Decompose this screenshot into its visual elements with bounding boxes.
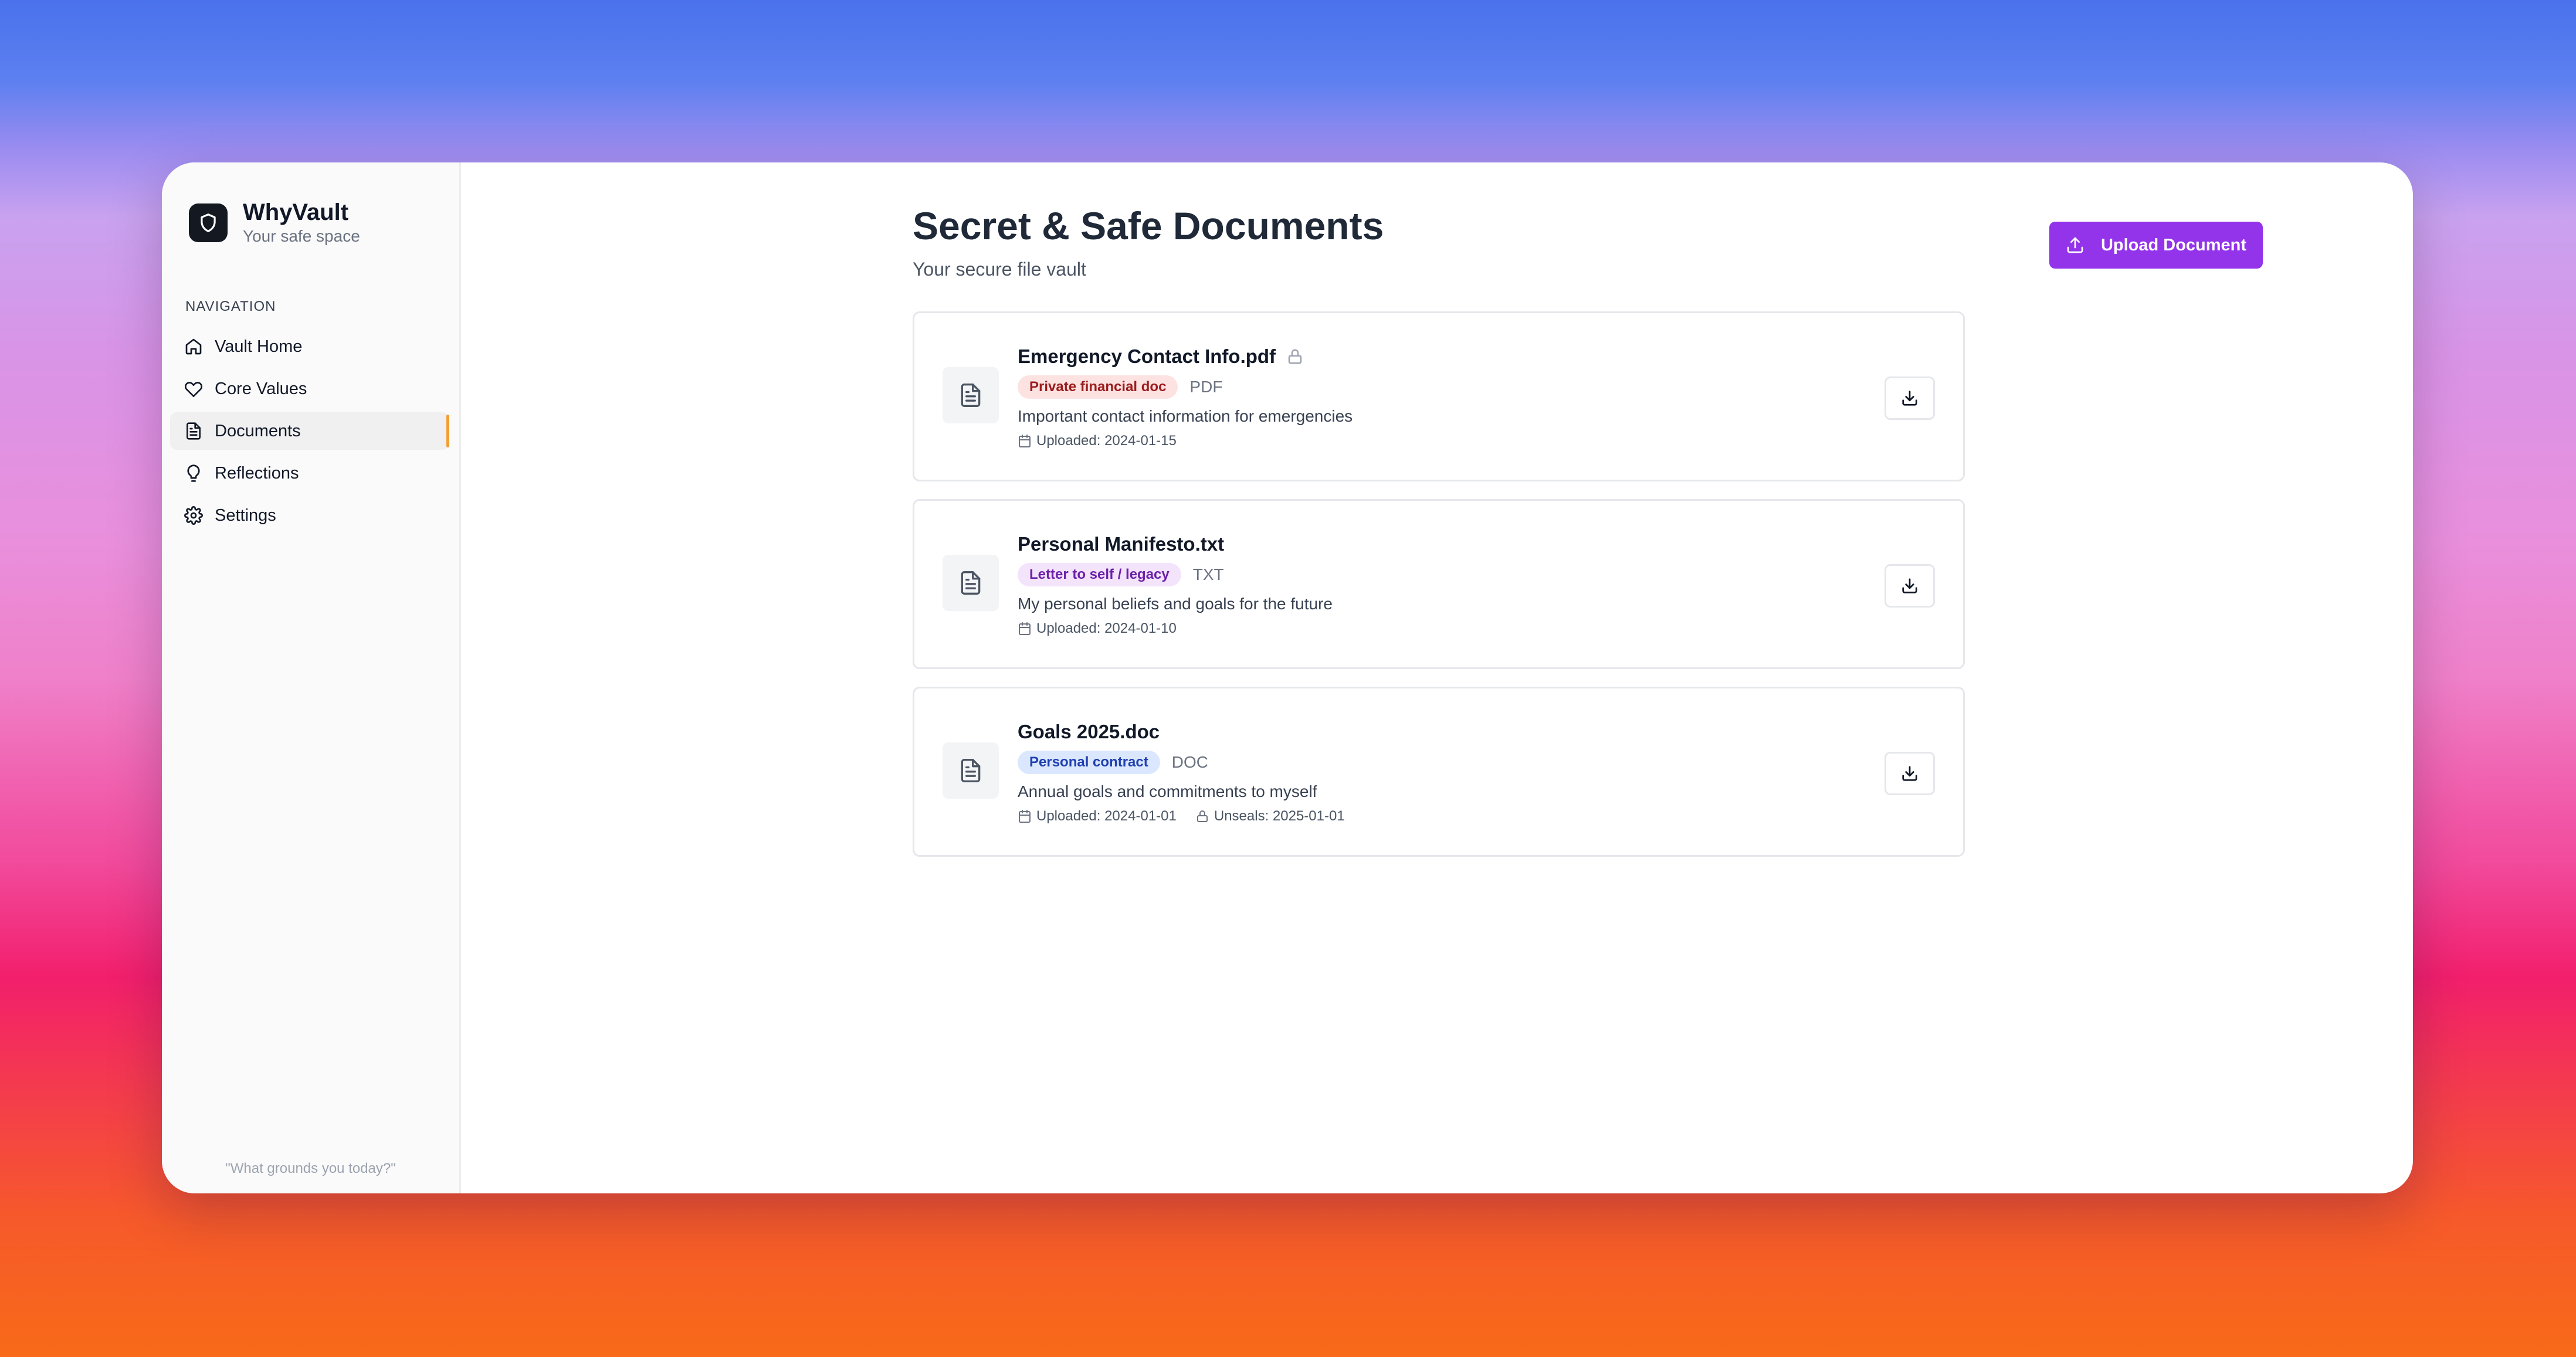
document-card[interactable]: Goals 2025.doc Personal contract DOC Ann… — [913, 687, 1965, 857]
lightbulb-icon — [184, 464, 203, 483]
sidebar-item-settings[interactable]: Settings — [170, 497, 449, 534]
gear-icon — [184, 506, 203, 525]
download-button[interactable] — [1884, 376, 1935, 420]
upload-date: Uploaded: 2024-01-01 — [1018, 808, 1177, 825]
document-icon — [184, 422, 203, 440]
document-card[interactable]: Personal Manifesto.txt Letter to self / … — [913, 499, 1965, 669]
sidebar-quote: "What grounds you today?" — [225, 1161, 396, 1176]
sidebar-item-core-values[interactable]: Core Values — [170, 370, 449, 408]
app-tagline: Your safe space — [243, 227, 360, 245]
document-description: Important contact information for emerge… — [1018, 407, 1353, 425]
upload-document-button[interactable]: Upload Document — [2049, 222, 2263, 269]
upload-date: Uploaded: 2024-01-10 — [1018, 620, 1177, 637]
main-content: Secret & Safe Documents Your secure file… — [461, 162, 2413, 1193]
file-text-icon — [943, 367, 999, 423]
category-badge: Personal contract — [1018, 751, 1160, 774]
lock-icon — [1195, 809, 1209, 823]
document-name: Personal Manifesto.txt — [1018, 533, 1225, 555]
unseal-date: Unseals: 2025-01-01 — [1195, 808, 1345, 825]
file-text-icon — [943, 555, 999, 611]
document-name: Emergency Contact Info.pdf — [1018, 345, 1276, 367]
download-icon — [1901, 577, 1919, 595]
document-card[interactable]: Emergency Contact Info.pdf Private finan… — [913, 311, 1965, 481]
page-title: Secret & Safe Documents — [913, 204, 1384, 247]
shield-icon — [189, 203, 228, 242]
lock-icon — [1286, 348, 1304, 365]
calendar-icon — [1018, 622, 1032, 636]
download-icon — [1901, 389, 1919, 407]
heart-icon — [184, 379, 203, 398]
document-description: Annual goals and commitments to myself — [1018, 782, 1317, 800]
home-icon — [184, 337, 203, 356]
app-name: WhyVault — [243, 199, 349, 225]
upload-document-label: Upload Document — [2100, 235, 2247, 255]
upload-date-text: Uploaded: 2024-01-10 — [1036, 620, 1177, 636]
sidebar-item-label: Reflections — [215, 463, 299, 483]
category-badge: Letter to self / legacy — [1018, 563, 1181, 586]
sidebar: WhyVault Your safe space NAVIGATION Vaul… — [162, 162, 461, 1193]
unseal-date-text: Unseals: 2025-01-01 — [1214, 808, 1345, 824]
file-type: TXT — [1192, 565, 1224, 583]
document-list: Emergency Contact Info.pdf Private finan… — [913, 311, 1965, 874]
download-icon — [1901, 765, 1919, 782]
brand[interactable]: WhyVault Your safe space — [189, 199, 360, 247]
file-type: DOC — [1171, 753, 1208, 771]
sidebar-item-label: Core Values — [215, 379, 307, 398]
page-subtitle: Your secure file vault — [913, 259, 1086, 280]
download-button[interactable] — [1884, 752, 1935, 795]
sidebar-item-documents[interactable]: Documents — [170, 412, 449, 450]
nav-heading: NAVIGATION — [185, 298, 276, 314]
upload-icon — [2066, 236, 2084, 255]
sidebar-nav: Vault Home Core Values Documents Reflect… — [170, 328, 449, 539]
category-badge: Private financial doc — [1018, 375, 1178, 399]
upload-date-text: Uploaded: 2024-01-01 — [1036, 808, 1177, 824]
download-button[interactable] — [1884, 564, 1935, 608]
file-type: PDF — [1189, 378, 1223, 396]
document-name: Goals 2025.doc — [1018, 721, 1160, 742]
calendar-icon — [1018, 809, 1032, 823]
sidebar-item-label: Vault Home — [215, 337, 303, 356]
document-description: My personal beliefs and goals for the fu… — [1018, 595, 1333, 613]
file-text-icon — [943, 742, 999, 799]
upload-date-text: Uploaded: 2024-01-15 — [1036, 433, 1177, 449]
calendar-icon — [1018, 434, 1032, 448]
sidebar-item-vault-home[interactable]: Vault Home — [170, 328, 449, 365]
sidebar-item-label: Settings — [215, 506, 276, 525]
app-window: WhyVault Your safe space NAVIGATION Vaul… — [162, 162, 2413, 1193]
sidebar-item-label: Documents — [215, 421, 301, 440]
sidebar-item-reflections[interactable]: Reflections — [170, 454, 449, 492]
upload-date: Uploaded: 2024-01-15 — [1018, 433, 1177, 449]
